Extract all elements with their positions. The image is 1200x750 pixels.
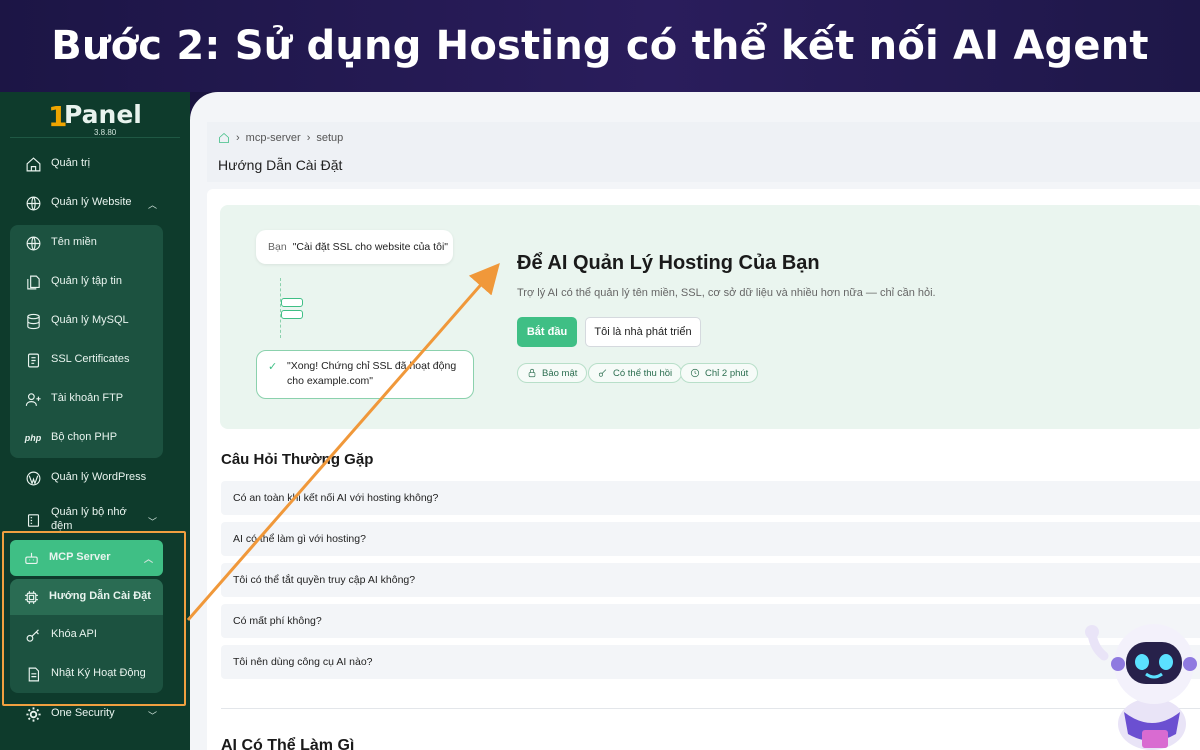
breadcrumb-item: setup [316,132,344,144]
key-icon [598,369,607,377]
sidebar-item-domains[interactable]: Tên miền [12,226,167,260]
chevron-down-icon: ﹀ [147,711,157,721]
faq-item[interactable]: AI có thể làm gì với hosting? [221,522,1200,556]
badge-revocable: Có thể thu hồi [588,363,683,383]
certificate-icon [24,351,42,369]
version-label: 3.8.80 [94,128,117,137]
logo-divider [10,137,180,138]
server-icon [281,298,303,322]
main-content: › mcp-server › setup Hướng Dẫn Cài Đặt B… [190,92,1200,750]
sidebar-item-label: One Security [51,707,115,720]
hero-title: Để AI Quản Lý Hosting Của Bạn [517,252,820,274]
banner-title: Bước 2: Sử dụng Hosting có thể kết nối A… [51,23,1149,69]
faq-item[interactable]: Tôi có thể tắt quyền truy cập AI không? [221,563,1200,597]
faq-title: Câu Hỏi Thường Gặp [221,451,374,468]
header-strip [207,122,1200,182]
chevron-up-icon: ︿ [147,200,157,210]
faq-item[interactable]: Tôi nên dùng công cụ AI nào? [221,645,1200,679]
home-icon [24,155,42,173]
sidebar-item-label: Quản lý WordPress [51,471,147,484]
logo[interactable]: 1 Panel 3.8.80 [48,98,148,138]
globe-icon [24,234,42,252]
sidebar-item-label: Quản lý tập tin [51,275,122,288]
chat-user-label: Bạn [268,241,287,253]
sidebar-item-label: Bộ chọn PHP [51,431,118,444]
sidebar-item-files[interactable]: Quản lý tập tin [12,265,167,299]
robot-mascot [1085,624,1197,750]
home-icon[interactable] [218,132,230,144]
hero-subtitle: Trợ lý AI có thể quản lý tên miền, SSL, … [517,287,936,299]
sidebar-item-ftp[interactable]: Tài khoản FTP [12,382,167,416]
sidebar-item-label: SSL Certificates [51,353,130,366]
faq-item[interactable]: Có mất phí không? [221,604,1200,638]
chat-user-text: "Cài đặt SSL cho website của tôi" [292,241,449,253]
banner: Bước 2: Sử dụng Hosting có thể kết nối A… [0,0,1200,92]
sidebar-item-label: Tên miền [51,236,97,249]
mcp-highlight-box [2,531,186,706]
sidebar-item-label: Quản trị [51,157,91,170]
logo-text: Panel [64,100,142,129]
lock-icon [528,368,536,378]
chevron-down-icon: ﹀ [147,517,157,527]
sidebar-item-label: Tài khoản FTP [51,392,124,405]
sidebar-item-wordpress[interactable]: Quản lý WordPress [12,461,167,495]
breadcrumb-item[interactable]: mcp-server [246,132,301,144]
clock-icon [690,368,700,378]
breadcrumb: › mcp-server › setup [218,132,343,144]
chat-reply-bubble: ✓ "Xong! Chứng chỉ SSL đã hoạt động cho … [256,350,474,399]
sidebar-item-label: Quản lý bộ nhớ đệm [51,506,127,532]
sidebar-item-website[interactable]: Quản lý Website ︿ [12,186,167,220]
section-divider [221,708,1200,709]
sidebar-item-dashboard[interactable]: Quản trị [12,147,167,181]
cache-icon [24,511,42,529]
start-button[interactable]: Bắt đầu [517,317,577,347]
gear-icon [24,705,42,723]
files-icon [24,273,42,291]
sidebar-item-label: Quản lý MySQL [51,314,129,327]
php-icon: php [24,433,42,443]
breadcrumb-separator: › [236,132,240,144]
section-title: AI Có Thể Làm Gì [221,737,355,750]
faq-item[interactable]: Có an toàn khi kết nối AI với hosting kh… [221,481,1200,515]
wordpress-icon [24,469,42,487]
badge-two-minutes: Chỉ 2 phút [680,363,759,383]
database-icon [24,312,42,330]
breadcrumb-separator: › [306,132,311,144]
developer-button[interactable]: Tôi là nhà phát triển [585,317,701,347]
chat-user-bubble: Bạn "Cài đặt SSL cho website của tôi" [256,230,453,264]
sidebar-item-label: Quản lý Website [51,196,132,209]
chat-reply-line: "Xong! Chứng chỉ SSL đã hoạt động [287,360,457,372]
sidebar-item-mysql[interactable]: Quản lý MySQL [12,304,167,338]
page-title: Hướng Dẫn Cài Đặt [218,157,343,173]
sidebar-item-ssl[interactable]: SSL Certificates [12,343,167,377]
badge-security: Bảo mật [517,363,588,383]
check-icon: ✓ [268,361,278,373]
user-plus-icon [24,390,42,408]
globe-icon [24,194,42,212]
sidebar-item-php[interactable]: php Bộ chọn PHP [12,421,167,455]
chat-reply-line: cho example.com" [287,375,374,388]
